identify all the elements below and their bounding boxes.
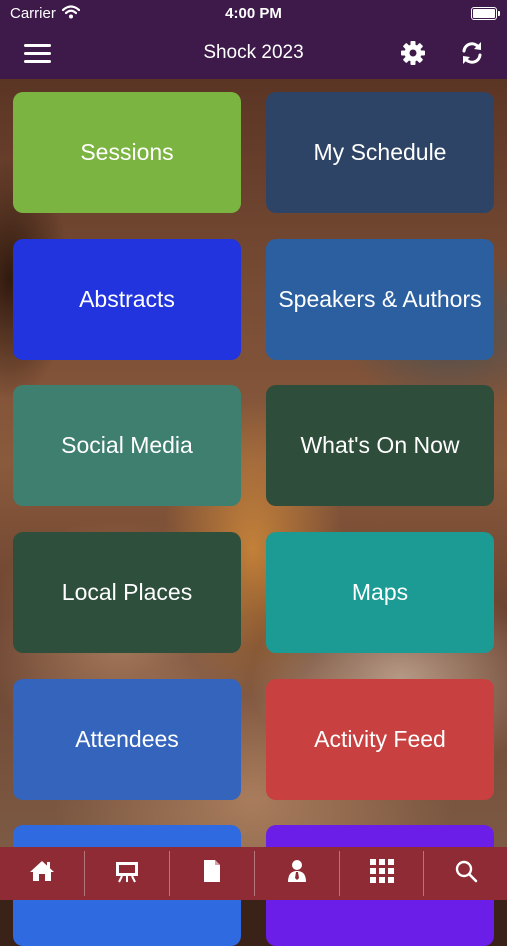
status-bar: Carrier 4:00 PM bbox=[0, 0, 507, 28]
tile-label: Attendees bbox=[75, 726, 179, 752]
tile-label: Local Places bbox=[61, 579, 193, 605]
page-title: Shock 2023 bbox=[203, 42, 304, 63]
tab-documents[interactable] bbox=[170, 847, 254, 900]
tile-my-schedule[interactable]: My Schedule bbox=[266, 92, 494, 213]
tab-speakers[interactable] bbox=[255, 847, 339, 900]
home-icon bbox=[29, 859, 55, 888]
tile-label: Social Media bbox=[61, 432, 193, 458]
tile-sessions[interactable]: Sessions bbox=[13, 92, 241, 213]
tile-label: Activity Feed bbox=[314, 726, 446, 752]
tab-sessions[interactable] bbox=[85, 847, 169, 900]
grid-icon bbox=[369, 858, 395, 889]
tile-social-media[interactable]: Social Media bbox=[13, 385, 241, 506]
tile-attendees[interactable]: Attendees bbox=[13, 679, 241, 800]
tab-search[interactable] bbox=[424, 847, 507, 900]
tile-whats-on-now[interactable]: What's On Now bbox=[266, 385, 494, 506]
tile-abstracts[interactable]: Abstracts bbox=[13, 239, 241, 360]
tile-label: Abstracts bbox=[79, 286, 175, 312]
tile-label: Sessions bbox=[80, 139, 174, 165]
tile-activity-feed[interactable]: Activity Feed bbox=[266, 679, 494, 800]
clock: 4:00 PM bbox=[225, 5, 282, 22]
tab-home[interactable] bbox=[0, 847, 84, 900]
tile-label: My Schedule bbox=[313, 139, 447, 165]
tile-speakers-authors[interactable]: Speakers & Authors bbox=[266, 239, 494, 360]
refresh-icon[interactable] bbox=[458, 39, 486, 67]
battery-icon bbox=[471, 7, 500, 20]
search-icon bbox=[454, 859, 478, 888]
tile-maps[interactable]: Maps bbox=[266, 532, 494, 653]
tile-label: Maps bbox=[351, 579, 409, 605]
presentation-icon bbox=[114, 859, 140, 888]
document-icon bbox=[202, 859, 222, 888]
tab-grid[interactable] bbox=[340, 847, 424, 900]
tile-local-places[interactable]: Local Places bbox=[13, 532, 241, 653]
tile-label: Speakers & Authors bbox=[278, 286, 482, 312]
tile-label: What's On Now bbox=[300, 432, 460, 458]
nav-bar: Shock 2023 bbox=[0, 28, 507, 79]
person-icon bbox=[285, 859, 309, 888]
gear-icon[interactable] bbox=[399, 39, 427, 67]
tab-bar bbox=[0, 847, 507, 900]
